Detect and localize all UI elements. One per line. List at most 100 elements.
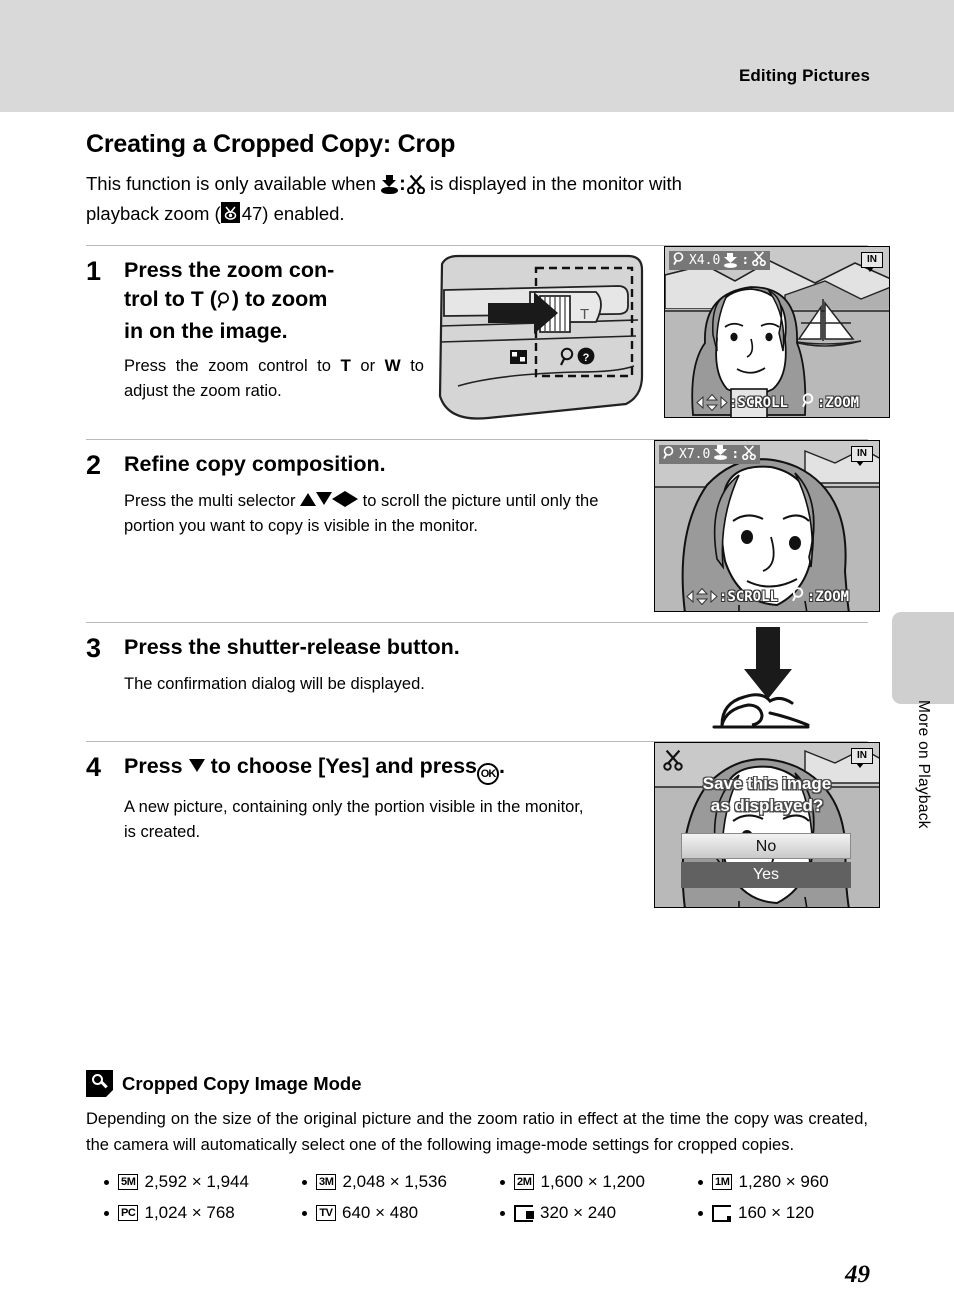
lcd-screen-step1-wrap: X4.0 : IN:SCROLL:ZOOM: [664, 246, 890, 431]
bullet-icon: [500, 1210, 505, 1216]
lcd1-zoom-label: X4.0: [689, 253, 721, 268]
confirm-message-line2: as displayed?: [710, 796, 824, 815]
step-2: 2 Refine copy composition. Press the mul…: [86, 439, 880, 612]
page-number: 49: [845, 1261, 870, 1288]
image-mode-item: 1M 1,280 × 960: [680, 1172, 829, 1192]
note-header: Cropped Copy Image Mode: [86, 1070, 868, 1098]
step-1: 1 Press the zoom con- trol to T ( ) to z…: [86, 245, 890, 431]
zoom-tele-label: T: [190, 288, 204, 311]
lcd2-hint-bar: :SCROLL :ZOOM: [655, 587, 879, 606]
lcd1-zoom-hint: :ZOOM: [802, 393, 859, 412]
step-1-sub-a: Press the zoom control to: [124, 357, 331, 375]
image-mode-badge-qqvga-icon: [712, 1204, 732, 1222]
lcd2-zoom-hint: :ZOOM: [792, 587, 849, 606]
running-header-title: Editing Pictures: [738, 66, 870, 85]
lcd-screen-step1: X4.0 : IN:SCROLL:ZOOM: [664, 246, 890, 418]
magnifier-glyph: [217, 292, 229, 308]
ok-button-icon: OK: [477, 763, 500, 785]
lcd1-scissors-icon: [752, 251, 767, 270]
note-body: Depending on the size of the original pi…: [86, 1110, 868, 1154]
intro-text-part4: ) enabled.: [262, 203, 345, 224]
step-4-heading: Press to choose [Yes] and press OK.: [124, 752, 640, 785]
image-mode-size: 1,280 × 960: [738, 1172, 829, 1191]
step-1-heading-line2a: trol to: [124, 287, 185, 311]
arrow-left-icon: [332, 491, 346, 507]
image-mode-size: 1,600 × 1,200: [540, 1172, 645, 1191]
lcd2-memory-badge: IN: [851, 446, 873, 466]
colon-separator: :: [399, 173, 406, 195]
image-mode-item: 320 × 240: [482, 1203, 680, 1223]
image-mode-item: PC 1,024 × 768: [86, 1203, 284, 1223]
arrow-down-icon-step4: [188, 759, 205, 772]
paren-open: (: [209, 287, 217, 311]
lcd1-colon: :: [741, 253, 750, 268]
confirm-option-no[interactable]: No: [681, 833, 851, 859]
intro-text-part2: is displayed in the monitor with: [429, 173, 682, 194]
step-3-number: 3: [86, 633, 102, 663]
lcd2-scroll-hint: :SCROLL: [685, 587, 778, 606]
lcd-confirm-dialog: IN Save this image as displayed? No Yes: [654, 742, 880, 908]
step-2-heading: Refine copy composition.: [124, 452, 386, 476]
image-mode-item: 2M 1,600 × 1,200: [482, 1172, 680, 1192]
image-mode-row-1: 5M 2,592 × 1,944 3M 2,048 × 1,536 2M 1,6…: [86, 1172, 868, 1192]
step-4-heading-b: to choose [Yes] and press: [210, 754, 478, 778]
step-4-heading-a: Press: [124, 754, 183, 778]
lcd1-memory-badge: IN: [861, 252, 883, 272]
arrow-right-icon: [345, 491, 359, 507]
note-magnifier-icon: [86, 1070, 114, 1098]
lcd2-zoom-label: X7.0: [679, 447, 711, 462]
image-mode-item: 5M 2,592 × 1,944: [86, 1172, 284, 1192]
confirm-message-line1: Save this image: [702, 774, 832, 793]
cross-reference-glyph: [220, 204, 240, 223]
camera-illustration: T ?: [438, 254, 644, 420]
step-2-sub-a: Press the multi selector: [124, 492, 296, 510]
step-1-number: 1: [86, 256, 102, 286]
note-section: Cropped Copy Image Mode Depending on the…: [86, 1070, 868, 1234]
scissors-glyph: [406, 174, 425, 195]
lcd1-scroll-hint: :SCROLL: [695, 393, 788, 412]
help-icon: ?: [577, 347, 595, 365]
multi-selector-pad-icon: [695, 393, 729, 412]
confirm-scissors-icon: [663, 749, 683, 776]
image-mode-row-2: PC 1,024 × 768 TV 640 × 480 320 × 240 16…: [86, 1203, 868, 1223]
intro-line2: playback zoom ( 47) enabled.: [86, 199, 868, 229]
step-4-number: 4: [86, 752, 102, 782]
step-3: 3 Press the shutter-release button. The …: [86, 622, 868, 735]
lcd2-zoom-hint-label: :ZOOM: [806, 588, 850, 605]
shutter-press-figure: [704, 625, 834, 735]
confirm-memory-badge: IN: [851, 748, 873, 768]
scissors-icon: [406, 173, 425, 195]
cross-reference-icon: [220, 202, 240, 223]
magnifier-hint-icon-2: [792, 587, 806, 606]
side-tab-marker: [892, 612, 954, 704]
magnifier-hint-icon: [802, 393, 816, 412]
magnifier-osd-icon: [673, 251, 686, 270]
image-mode-size: 320 × 240: [540, 1203, 617, 1222]
side-tab-label: More on Playback: [915, 700, 932, 829]
step-1-heading: Press the zoom con- trol to T ( ) to zoo…: [124, 256, 424, 346]
image-mode-badge: TV: [316, 1205, 336, 1221]
intro-ref-page: 47: [241, 203, 263, 224]
zoom-tele-label-sub: T: [340, 356, 351, 375]
multishot-icon: [510, 350, 527, 364]
image-mode-size: 160 × 120: [738, 1203, 815, 1222]
lcd2-scissors-icon: [742, 445, 757, 464]
camera-zoom-control-figure: T ?: [428, 246, 650, 431]
lcd-screen-step2: X7.0 : IN:SCROLL:ZOOM: [654, 440, 880, 612]
step-2-subtext: Press the multi selector to scroll the p…: [124, 489, 640, 539]
lcd-confirm-dialog-wrap: IN Save this image as displayed? No Yes: [654, 742, 880, 908]
lcd2-osd-bar: X7.0 :: [659, 445, 761, 464]
multi-selector-pad-icon-2: [685, 587, 719, 606]
bullet-icon: [500, 1179, 505, 1185]
image-mode-badge: 2M: [514, 1174, 535, 1190]
confirm-option-yes[interactable]: Yes: [681, 862, 851, 888]
image-mode-badge: 3M: [316, 1174, 337, 1190]
bullet-icon: [698, 1210, 703, 1216]
page-title: Creating a Cropped Copy: Crop: [86, 130, 456, 158]
image-mode-item: 160 × 120: [680, 1203, 814, 1223]
finger-press-illustration: [712, 627, 810, 729]
image-mode-item: 3M 2,048 × 1,536: [284, 1172, 482, 1192]
lcd1-scroll-label: :SCROLL: [728, 394, 788, 411]
step-1-sub-d: ratio.: [245, 382, 282, 400]
lcd2-save-icon: [713, 445, 728, 464]
